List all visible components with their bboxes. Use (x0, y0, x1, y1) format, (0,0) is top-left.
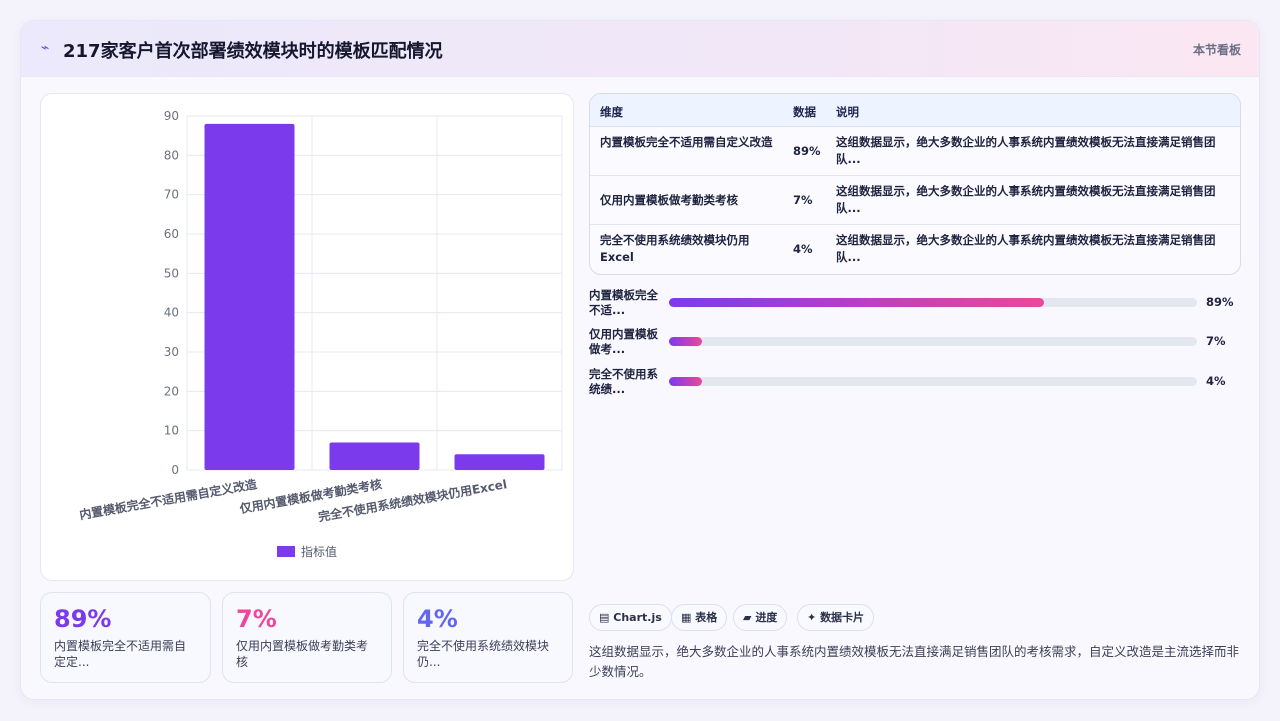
progress-label: 仅用内置模板做考... (589, 327, 658, 356)
col-header-data: 数据 (793, 105, 816, 119)
data-table: 维度 数据 说明 内置模板完全不适用需自定义改造 89% 这组数据显示，绝大多数… (589, 93, 1241, 275)
stat-value: 4% (417, 605, 458, 633)
cell-desc: 这组数据显示，绝大多数企业的人事系统内置绩效模板无法直接满足销售团队... (836, 233, 1216, 264)
progress-row: 完全不使用系统绩... 4% (589, 366, 1241, 400)
progress-fill (669, 337, 703, 346)
progress-track (669, 298, 1197, 307)
table-row: 完全不使用系统绩效模块仍用Excel 4% 这组数据显示，绝大多数企业的人事系统… (590, 225, 1240, 274)
bar-chart-panel: 0 10 20 30 40 50 60 70 80 90 内置模板完全不适用需自定义改造 仅用内置模板… (40, 93, 574, 581)
y-tick-label: 40 (164, 306, 179, 320)
progress-icon: ▰ (743, 611, 752, 624)
dashboard-card: ⌁ 217家客户首次部署绩效模块时的模板匹配情况 本节看板 0 10 20 30 40 5… (20, 20, 1260, 700)
stat-value: 89% (54, 605, 112, 633)
y-tick-label: 70 (164, 188, 179, 202)
sparkle-icon: ✦ (807, 611, 817, 624)
y-tick-label: 90 (164, 109, 179, 123)
progress-row: 内置模板完全不适... 89% (589, 287, 1241, 321)
table-header: 维度 数据 说明 (590, 94, 1240, 127)
section-label: 本节看板 (1192, 43, 1241, 57)
bar (329, 442, 420, 470)
progress-label: 完全不使用系统绩... (589, 367, 658, 396)
y-tick-label: 80 (164, 148, 179, 162)
chip-data-cards[interactable]: ✦ 数据卡片 (797, 604, 875, 631)
cell-dim: 内置模板完全不适用需自定义改造 (600, 135, 773, 149)
progress-fill (669, 377, 703, 386)
header: ⌁ 217家客户首次部署绩效模块时的模板匹配情况 本节看板 (21, 21, 1259, 77)
x-tick-label: 内置模板完全不适用需自定义改造 (78, 476, 259, 522)
progress-label: 内置模板完全不适... (589, 288, 658, 317)
progress-value: 4% (1206, 374, 1226, 388)
progress-value: 7% (1206, 334, 1226, 348)
chart-icon: ▤ (599, 611, 610, 624)
progress-track (669, 377, 1197, 386)
y-tick-label: 20 (164, 384, 179, 398)
chip-label: Chart.js (613, 611, 662, 624)
table-row: 内置模板完全不适用需自定义改造 89% 这组数据显示，绝大多数企业的人事系统内置… (590, 127, 1240, 176)
cell-dim: 完全不使用系统绩效模块仍用Excel (600, 233, 750, 264)
stat-value: 7% (236, 605, 277, 633)
chip-label: 表格 (695, 611, 718, 624)
bar (454, 454, 545, 470)
stat-card-1: 89% 内置模板完全不适用需自定定... (40, 592, 211, 683)
legend-swatch (277, 546, 295, 557)
chip-table[interactable]: ▦ 表格 (671, 604, 728, 631)
y-tick-label: 30 (164, 345, 179, 359)
summary-text: 这组数据显示，绝大多数企业的人事系统内置绩效模板无法直接满足销售团队的考核需求，… (589, 644, 1240, 679)
table-icon: ▦ (681, 611, 692, 624)
y-tick-label: 50 (164, 266, 179, 280)
cell-data: 7% (793, 193, 813, 207)
bar (204, 123, 295, 470)
cell-desc: 这组数据显示，绝大多数企业的人事系统内置绩效模板无法直接满足销售团队... (836, 135, 1216, 166)
y-tick-label: 0 (171, 463, 179, 477)
cell-desc: 这组数据显示，绝大多数企业的人事系统内置绩效模板无法直接满足销售团队... (836, 184, 1216, 215)
cell-dim: 仅用内置模板做考勤类考核 (600, 193, 738, 207)
chip-chartjs[interactable]: ▤ Chart.js (589, 604, 672, 631)
stat-label: 完全不使用系统绩效模块仍... (417, 639, 550, 669)
progress-track (669, 337, 1197, 346)
col-header-dim: 维度 (600, 105, 623, 119)
y-tick-label: 10 (164, 424, 179, 438)
col-header-desc: 说明 (836, 105, 859, 119)
chip-progress[interactable]: ▰ 进度 (733, 604, 788, 631)
table-row: 仅用内置模板做考勤类考核 7% 这组数据显示，绝大多数企业的人事系统内置绩效模板… (590, 176, 1240, 225)
chip-label: 进度 (755, 611, 778, 624)
page-title: 217家客户首次部署绩效模块时的模板匹配情况 (63, 41, 443, 62)
bar-chart: 0102030405060708090内置模板完全不适用需自定义改造仅用内置模板… (78, 109, 563, 559)
progress-value: 89% (1206, 295, 1234, 309)
y-tick-label: 60 (164, 227, 179, 241)
stat-label: 仅用内置模板做考勤类考核 (236, 639, 369, 669)
progress-row: 仅用内置模板做考... 7% (589, 326, 1241, 360)
spark-icon: ⌁ (41, 40, 50, 56)
legend-label: 指标值 (301, 544, 337, 559)
stat-card-3: 4% 完全不使用系统绩效模块仍... (403, 592, 573, 683)
progress-fill (669, 298, 1044, 307)
stat-label: 内置模板完全不适用需自定定... (54, 639, 187, 669)
cell-data: 4% (793, 242, 813, 256)
cell-data: 89% (793, 144, 821, 158)
stat-card-2: 7% 仅用内置模板做考勤类考核 (222, 592, 392, 683)
chip-label: 数据卡片 (820, 611, 865, 624)
